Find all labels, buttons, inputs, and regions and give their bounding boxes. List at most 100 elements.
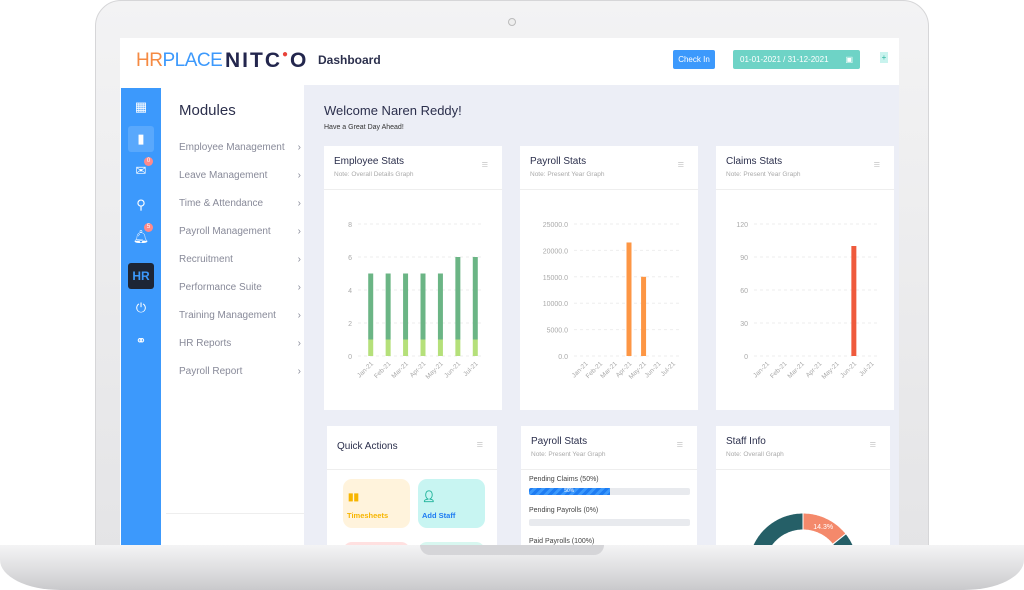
x-tick-label: May-21: [425, 360, 446, 381]
module-label: HR Reports: [179, 338, 232, 349]
card-title: Payroll Stats: [531, 436, 588, 447]
progress-bar: 50%: [529, 488, 690, 495]
welcome-title: Welcome Naren Reddy!: [324, 103, 462, 118]
announcement-badge: 0: [144, 157, 153, 166]
module-label: Time & Attendance: [179, 198, 264, 209]
add-user-icon: 👤︎: [422, 491, 436, 503]
date-range-picker[interactable]: 01-01-2021 / 31-12-2021 ▣: [733, 50, 860, 69]
y-tick-label: 25000.0: [543, 222, 568, 229]
y-tick-label: 2: [348, 321, 352, 328]
bar: [368, 273, 374, 340]
check-in-button[interactable]: Check In: [673, 50, 715, 69]
add-icon[interactable]: +: [880, 52, 888, 63]
module-label: Training Management: [179, 310, 276, 321]
module-label: Payroll Management: [179, 226, 271, 237]
card-title: Quick Actions: [337, 441, 398, 452]
progress-label: Paid Payrolls (100%): [529, 538, 595, 545]
y-tick-label: 0: [744, 354, 748, 361]
bar: [472, 339, 478, 356]
slice-label: 14.3%: [813, 524, 833, 531]
module-item[interactable]: Payroll Report ›: [179, 366, 301, 377]
screen: HRPLACE NITC●O Dashboard Check In 01-01-…: [120, 38, 899, 545]
bell-icon[interactable]: 🔔︎ 5: [128, 223, 154, 250]
card-note: Note: Present Year Graph: [531, 451, 606, 458]
chevron-right-icon: ›: [297, 170, 301, 181]
chevron-right-icon: ›: [297, 366, 301, 377]
dashboard-grid-icon[interactable]: ▦: [128, 94, 154, 120]
announcement-icon[interactable]: ✉ 0: [128, 157, 154, 184]
menu-icon[interactable]: ≡: [477, 440, 483, 451]
claims-stats-chart: 0306090120Jan-21Feb-21Mar-21Apr-21May-21…: [736, 222, 880, 381]
chevron-right-icon: ›: [297, 282, 301, 293]
chevron-right-icon: ›: [297, 338, 301, 349]
welcome-subtitle: Have a Great Day Ahead!: [324, 124, 404, 131]
module-item[interactable]: Time & Attendance ›: [179, 198, 301, 209]
y-tick-label: 30: [740, 321, 748, 328]
module-item[interactable]: Employee Management ›: [179, 142, 301, 153]
hr-app-icon[interactable]: HR: [128, 263, 154, 289]
payroll-stats-card: Payroll Stats Note: Present Year Graph ≡…: [520, 146, 698, 410]
add-staff-button[interactable]: 👤︎ Add Staff: [418, 479, 485, 528]
module-item[interactable]: Recruitment ›: [179, 254, 301, 265]
y-tick-label: 5000.0: [547, 328, 569, 335]
y-tick-label: 8: [348, 222, 352, 229]
laptop-notch: [420, 545, 604, 555]
module-item[interactable]: HR Reports ›: [179, 338, 301, 349]
bar: [641, 276, 647, 356]
power-icon[interactable]: ⏻: [128, 295, 154, 321]
chevron-right-icon: ›: [297, 198, 301, 209]
menu-icon[interactable]: ≡: [677, 440, 683, 451]
top-bar: HRPLACE NITC●O Dashboard Check In 01-01-…: [120, 38, 899, 85]
bar: [385, 273, 391, 340]
module-label: Employee Management: [179, 142, 285, 153]
module-label: Performance Suite: [179, 282, 262, 293]
x-tick-label: Jul-21: [462, 360, 480, 378]
nitco-logo: NITC●O: [225, 49, 309, 72]
bar: [403, 339, 409, 356]
hrplace-logo[interactable]: HRPLACE: [136, 50, 223, 72]
x-tick-label: Jun-21: [839, 360, 858, 379]
bar: [403, 273, 409, 340]
y-tick-label: 4: [348, 288, 352, 295]
x-tick-label: Mar-21: [786, 360, 806, 380]
y-tick-label: 0: [348, 354, 352, 361]
bar: [420, 339, 426, 356]
chevron-right-icon: ›: [297, 310, 301, 321]
bar: [420, 273, 426, 340]
stats-icon[interactable]: ▮: [128, 126, 154, 152]
y-tick-label: 6: [348, 255, 352, 262]
x-tick-label: Jul-21: [858, 360, 876, 378]
timesheets-button[interactable]: ▮▮ Timesheets: [343, 479, 410, 528]
x-tick-label: May-21: [821, 360, 842, 381]
y-tick-label: 120: [736, 222, 748, 229]
bar: [626, 242, 632, 356]
employee-stats-chart: 02468Jan-21Feb-21Mar-21Apr-21May-21Jun-2…: [348, 222, 484, 381]
y-tick-label: 15000.0: [543, 275, 568, 282]
timesheets-label: Timesheets: [347, 511, 389, 520]
bar: [368, 339, 374, 356]
module-item[interactable]: Leave Management ›: [179, 170, 301, 181]
module-label: Leave Management: [179, 170, 268, 181]
modules-title: Modules: [179, 102, 236, 119]
x-tick-label: Jan-21: [752, 360, 771, 379]
progress-label: Pending Payrolls (0%): [529, 507, 599, 514]
y-tick-label: 0.0: [558, 354, 568, 361]
module-item[interactable]: Training Management ›: [179, 310, 301, 321]
staff-info-card: Staff Info Note: Overall Graph ≡ 14.3%: [716, 426, 890, 545]
search-icon[interactable]: ⚲: [128, 192, 154, 218]
bar: [437, 273, 443, 340]
y-tick-label: 60: [740, 288, 748, 295]
quick-actions-card: Quick Actions ≡ ▮▮ Timesheets 👤︎ Add Sta…: [327, 426, 497, 545]
payroll-progress-card: Payroll Stats Note: Present Year Graph ≡…: [521, 426, 697, 545]
chevron-right-icon: ›: [297, 226, 301, 237]
camera: [508, 18, 516, 26]
y-tick-label: 20000.0: [543, 248, 568, 255]
chevron-right-icon: ›: [297, 142, 301, 153]
x-tick-label: Mar-21: [390, 360, 410, 380]
module-item[interactable]: Payroll Management ›: [179, 226, 301, 237]
bar: [455, 257, 461, 340]
binoculars-icon[interactable]: ⚭: [128, 328, 154, 354]
y-tick-label: 90: [740, 255, 748, 262]
calendar-icon: ▣: [845, 55, 853, 64]
module-item[interactable]: Performance Suite ›: [179, 282, 301, 293]
